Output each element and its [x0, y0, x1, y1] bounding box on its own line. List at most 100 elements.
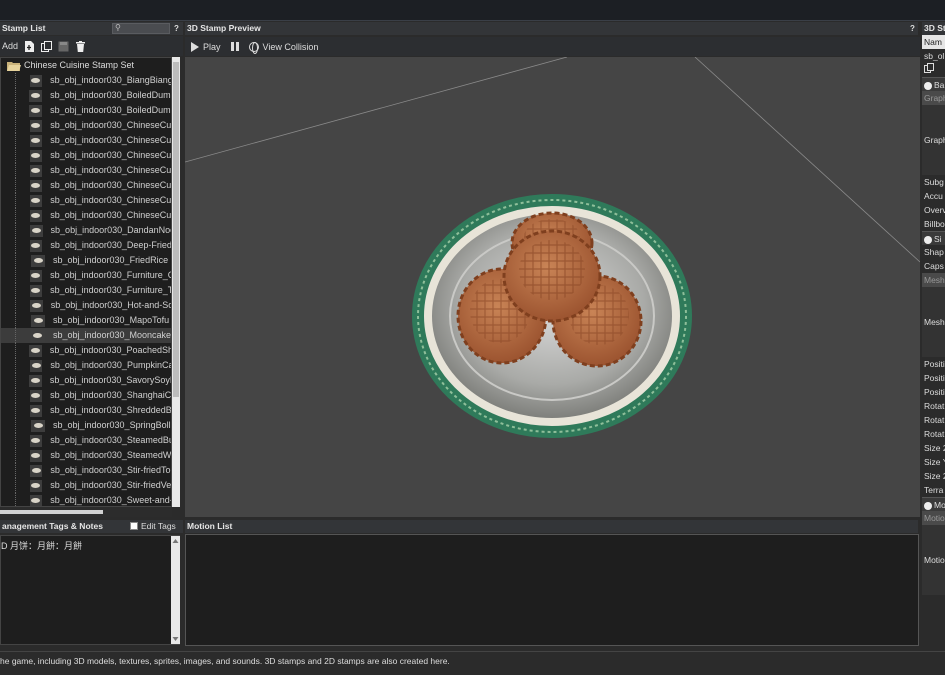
- tree-item[interactable]: sb_obj_indoor030_ChineseCutler: [1, 163, 171, 178]
- tags-notes-text: D 月饼：月餅：月餅: [1, 541, 83, 551]
- tree-item[interactable]: sb_obj_indoor030_ShanghaiCrab: [1, 388, 171, 403]
- stamp-tree-scrollbar[interactable]: [172, 57, 180, 507]
- tree-guide-line: [15, 193, 30, 208]
- tree-item[interactable]: sb_obj_indoor030_Deep-FriedDo: [1, 238, 171, 253]
- tags-notes-textarea[interactable]: D 月饼：月餅：月餅: [0, 535, 180, 645]
- tree-item-list: sb_obj_indoor030_BiangBiangNo sb_obj_indo…: [1, 73, 171, 506]
- stamp-search-input[interactable]: ⚲: [112, 23, 170, 34]
- tree-item[interactable]: sb_obj_indoor030_PoachedShrim: [1, 343, 171, 358]
- stamp-tree-hscrollbar-thumb[interactable]: [0, 510, 103, 514]
- 3d-preview-viewport[interactable]: [185, 57, 920, 517]
- tree-guide-line: [15, 388, 30, 403]
- new-file-icon[interactable]: [24, 40, 35, 52]
- status-bar: he game, including 3D models, textures, …: [0, 651, 945, 675]
- tree-item[interactable]: sb_obj_indoor030_SavorySoyMilk: [1, 373, 171, 388]
- tree-item-label: sb_obj_indoor030_ChineseCutler: [50, 120, 171, 130]
- tree-item[interactable]: sb_obj_indoor030_Furniture_Tabl: [1, 283, 171, 298]
- tree-item-label: sb_obj_indoor030_Sweet-and-So: [50, 495, 171, 505]
- chevron-down-icon: [924, 81, 932, 90]
- property-label: Rotat: [924, 415, 945, 425]
- tree-folder-root[interactable]: Chinese Cuisine Stamp Set: [1, 58, 171, 73]
- scroll-up-arrow-icon[interactable]: [171, 537, 180, 545]
- tree-item[interactable]: sb_obj_indoor030_ChineseCutler: [1, 208, 171, 223]
- tree-item[interactable]: sb_obj_indoor030_ChineseCutler: [1, 133, 171, 148]
- property-section-header[interactable]: Ba: [922, 77, 945, 91]
- view-collision-label: View Collision: [262, 41, 319, 52]
- tree-item-label: sb_obj_indoor030_FriedRice: [53, 255, 169, 265]
- tree-item[interactable]: sb_obj_indoor030_SteamedWhol: [1, 448, 171, 463]
- tree-item[interactable]: sb_obj_indoor030_ChineseCutler: [1, 193, 171, 208]
- stamp-list-help-icon[interactable]: ?: [174, 24, 179, 33]
- tree-item[interactable]: sb_obj_indoor030_BiangBiangNo: [1, 73, 171, 88]
- tree-item[interactable]: sb_obj_indoor030_ChineseCutler: [1, 118, 171, 133]
- tags-scrollbar[interactable]: [171, 536, 180, 644]
- tree-item[interactable]: sb_obj_indoor030_FriedRice: [1, 253, 171, 268]
- property-label: Rotat: [924, 429, 945, 439]
- stamp-thumbnail-icon: [29, 239, 43, 252]
- tree-guide-line: [15, 148, 30, 163]
- tree-item[interactable]: sb_obj_indoor030_Mooncake: [1, 328, 171, 343]
- tree-item[interactable]: sb_obj_indoor030_SpringBoll: [1, 418, 171, 433]
- tree-item[interactable]: sb_obj_indoor030_Hot-and-Sour: [1, 298, 171, 313]
- duplicate-icon[interactable]: [41, 40, 53, 52]
- property-label: Size Y: [924, 457, 945, 467]
- tree-item[interactable]: sb_obj_indoor030_Sweet-and-So: [1, 493, 171, 506]
- edit-tags-label: Edit Tags: [141, 521, 176, 531]
- tree-item[interactable]: sb_obj_indoor030_MapoTofu: [1, 313, 171, 328]
- tree-item[interactable]: sb_obj_indoor030_DandanNoodl: [1, 223, 171, 238]
- property-row: Mesh: [922, 273, 945, 287]
- property-label: Graph: [924, 93, 945, 103]
- tree-guide-line: [15, 88, 29, 103]
- tree-item[interactable]: sb_obj_indoor030_Furniture_Cha: [1, 268, 171, 283]
- property-row: Accu: [922, 189, 945, 203]
- scroll-down-arrow-icon[interactable]: [171, 635, 180, 643]
- property-section-header[interactable]: Mo: [922, 497, 945, 511]
- edit-tags-checkbox[interactable]: [130, 522, 138, 530]
- preview-panel-title: 3D Stamp Preview: [185, 22, 918, 35]
- tree-item[interactable]: sb_obj_indoor030_Stir-friedToma: [1, 463, 171, 478]
- property-label: Nam: [924, 37, 942, 47]
- property-label: sb_ol: [924, 51, 945, 61]
- stamp-thumbnail-icon: [29, 89, 43, 102]
- tree-folder-label: Chinese Cuisine Stamp Set: [24, 60, 135, 70]
- tree-item[interactable]: sb_obj_indoor030_ChineseCutler: [1, 178, 171, 193]
- property-row: Size 2: [922, 469, 945, 483]
- stamp-tree-hscrollbar[interactable]: [0, 507, 172, 517]
- motion-list[interactable]: [185, 534, 919, 646]
- property-row: Size 2: [922, 441, 945, 455]
- tree-item-label: sb_obj_indoor030_PumpkinCake: [50, 360, 171, 370]
- trash-icon[interactable]: [75, 40, 86, 52]
- tree-guide-line: [15, 403, 30, 418]
- tree-item[interactable]: sb_obj_indoor030_BoiledDumplin: [1, 103, 171, 118]
- property-section-header[interactable]: Si: [922, 231, 945, 245]
- property-row: Positi: [922, 371, 945, 385]
- tree-guide-line: [15, 373, 29, 388]
- copy-icon[interactable]: [924, 63, 934, 75]
- property-label: Billbo: [924, 219, 945, 229]
- property-row: Graph: [922, 105, 945, 175]
- tree-item-label: sb_obj_indoor030_ChineseCutler: [50, 135, 171, 145]
- preview-help-icon[interactable]: ?: [910, 24, 915, 33]
- status-text: he game, including 3D models, textures, …: [0, 656, 450, 666]
- edit-tags-toggle[interactable]: Edit Tags: [130, 521, 176, 531]
- tree-item[interactable]: sb_obj_indoor030_SteamedBuns: [1, 433, 171, 448]
- tree-guide-line: [15, 298, 30, 313]
- tree-item-label: sb_obj_indoor030_SteamedWhol: [50, 450, 172, 460]
- tree-item[interactable]: sb_obj_indoor030_Stir-friedVeget: [1, 478, 171, 493]
- stamp-tree-scrollbar-thumb[interactable]: [173, 62, 179, 397]
- search-icon: ⚲: [115, 23, 121, 32]
- tree-item[interactable]: sb_obj_indoor030_ChineseCutler: [1, 148, 171, 163]
- pause-button[interactable]: [230, 42, 239, 51]
- property-label: Caps: [924, 261, 944, 271]
- add-stamp-button[interactable]: Add: [2, 41, 18, 51]
- tree-item-label: sb_obj_indoor030_ChineseCutler: [50, 150, 171, 160]
- tree-item[interactable]: sb_obj_indoor030_PumpkinCake: [1, 358, 171, 373]
- save-disabled-icon[interactable]: [58, 41, 69, 52]
- property-row: Motio: [922, 525, 945, 595]
- tree-item[interactable]: sb_obj_indoor030_ShreddedBeef: [1, 403, 171, 418]
- view-collision-button[interactable]: View Collision: [248, 41, 319, 54]
- play-button[interactable]: Play: [191, 41, 221, 52]
- tree-item[interactable]: sb_obj_indoor030_BoiledDumplin: [1, 88, 171, 103]
- stamp-thumbnail-icon: [29, 149, 43, 162]
- stamp-thumbnail-icon: [29, 134, 43, 147]
